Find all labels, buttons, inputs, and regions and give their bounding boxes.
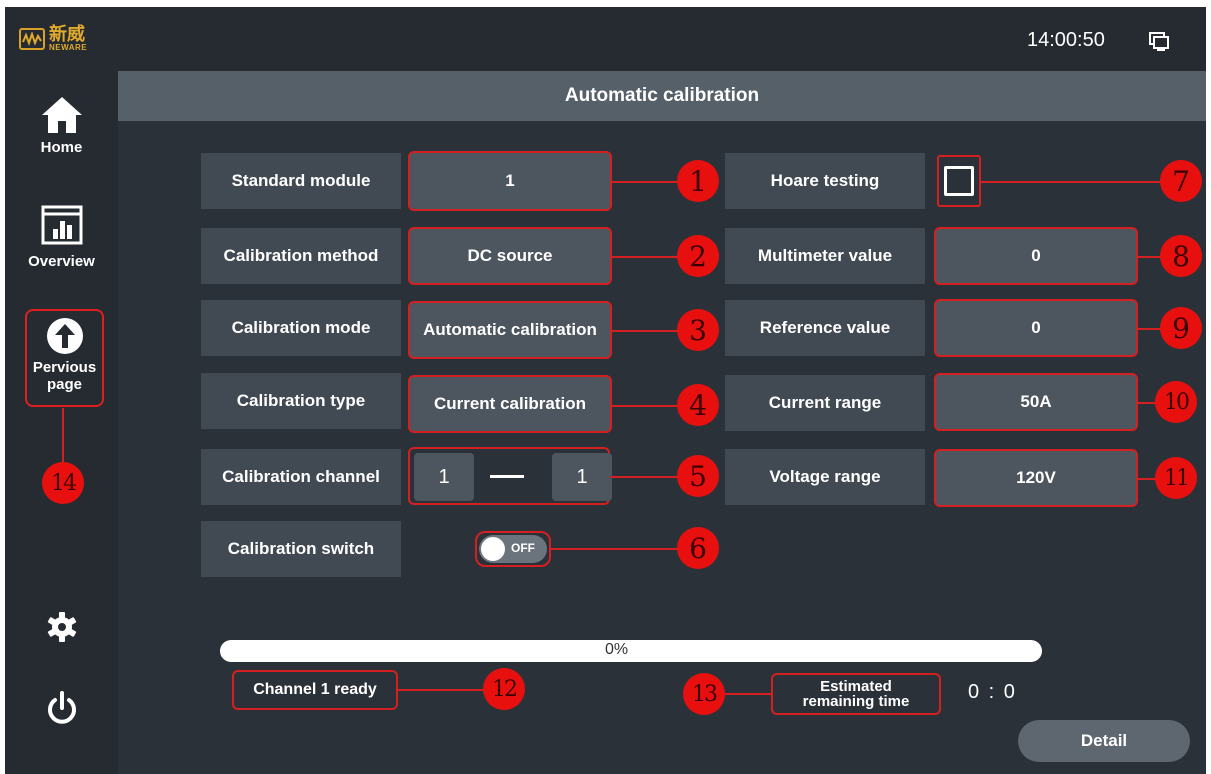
- annotation-line-2: [612, 256, 678, 258]
- progress-bar: [220, 640, 1042, 662]
- nav-previous-page[interactable]: Pervious page: [25, 309, 104, 407]
- annotation-line-12: [398, 689, 484, 691]
- annotation-line-13: [723, 693, 771, 695]
- current-range-select[interactable]: 50A: [934, 373, 1138, 431]
- gear-icon: [47, 612, 76, 642]
- annotation-marker-11: 11: [1155, 457, 1197, 499]
- annotation-marker-2: 2: [677, 235, 719, 277]
- power-button[interactable]: [5, 691, 118, 727]
- label-current-range: Current range: [725, 375, 925, 431]
- annotation-marker-13: 13: [683, 673, 725, 715]
- toggle-track: OFF: [479, 535, 547, 563]
- annotation-line-8: [1138, 256, 1161, 258]
- annotation-marker-6: 6: [677, 527, 719, 569]
- estimated-time-value: 0 : 0: [968, 681, 1017, 703]
- top-bar: 新威 NEWARE 14:00:50: [5, 7, 1206, 71]
- range-dash: [490, 475, 524, 478]
- hoare-testing-checkbox[interactable]: [937, 155, 981, 207]
- detail-button[interactable]: Detail: [1018, 720, 1190, 762]
- screen-icon[interactable]: [1148, 31, 1170, 51]
- nav-home-label: Home: [40, 139, 83, 156]
- logo-wave-icon: [19, 28, 45, 50]
- estimated-time-label: Estimated remaining time: [771, 673, 941, 715]
- settings-button[interactable]: [5, 611, 118, 643]
- annotation-marker-4: 4: [677, 384, 719, 426]
- toggle-state: OFF: [511, 541, 535, 555]
- device-screen: 新威 NEWARE 14:00:50 Home Overview Perviou…: [5, 7, 1206, 774]
- label-calibration-mode: Calibration mode: [201, 300, 401, 356]
- toggle-knob: [481, 537, 505, 561]
- nav-home[interactable]: Home: [5, 95, 118, 156]
- annotation-line-4: [612, 405, 678, 407]
- label-multimeter-value: Multimeter value: [725, 228, 925, 284]
- annotation-line-9: [1138, 328, 1161, 330]
- annotation-marker-1: 1: [677, 160, 719, 202]
- estimated-label-line1: Estimated: [820, 678, 892, 695]
- estimated-label-line2: remaining time: [802, 693, 910, 710]
- annotation-marker-12: 12: [483, 668, 525, 710]
- calibration-switch-toggle[interactable]: OFF: [475, 531, 551, 567]
- logo-text-cn: 新威: [49, 24, 85, 45]
- label-standard-module: Standard module: [201, 153, 401, 209]
- progress-percent: 0%: [605, 641, 629, 658]
- annotation-marker-14: 14: [42, 462, 84, 504]
- nav-previous-label-2: page: [46, 376, 82, 393]
- annotation-line-3: [612, 330, 678, 332]
- logo-text-en: NEWARE: [49, 43, 88, 52]
- label-reference-value: Reference value: [725, 300, 925, 356]
- nav-overview-label: Overview: [28, 253, 95, 270]
- annotation-marker-3: 3: [677, 309, 719, 351]
- multimeter-value-input[interactable]: 0: [934, 227, 1138, 285]
- calibration-channel-range: 1 1: [408, 447, 612, 505]
- annotation-line-11: [1138, 478, 1156, 480]
- label-voltage-range: Voltage range: [725, 449, 925, 505]
- arrow-up-circle-icon: [46, 318, 83, 354]
- calibration-mode-select[interactable]: Automatic calibration: [408, 301, 612, 359]
- channel-from-input[interactable]: 1: [414, 453, 474, 501]
- calibration-method-select[interactable]: DC source: [408, 227, 612, 285]
- annotation-line-7: [981, 181, 1161, 183]
- status-label: Channel 1 ready: [232, 670, 398, 710]
- annotation-marker-5: 5: [677, 455, 719, 497]
- calibration-type-select[interactable]: Current calibration: [408, 375, 612, 433]
- label-calibration-type: Calibration type: [201, 373, 401, 429]
- voltage-range-select[interactable]: 120V: [934, 449, 1138, 507]
- channel-to-input[interactable]: 1: [552, 453, 612, 501]
- annotation-line-14: [62, 408, 64, 462]
- annotation-line-10: [1138, 402, 1156, 404]
- label-calibration-channel: Calibration channel: [201, 449, 401, 505]
- annotation-marker-10: 10: [1155, 381, 1197, 423]
- chart-icon: [41, 205, 82, 245]
- standard-module-input[interactable]: 1: [408, 151, 612, 211]
- annotation-line-5: [610, 476, 678, 478]
- label-hoare-testing: Hoare testing: [725, 153, 925, 209]
- annotation-line-1: [612, 181, 678, 183]
- annotation-marker-8: 8: [1160, 235, 1202, 277]
- label-calibration-switch: Calibration switch: [201, 521, 401, 577]
- power-icon: [47, 691, 76, 724]
- neware-logo: 新威 NEWARE: [19, 21, 115, 57]
- annotation-line-6: [551, 548, 678, 550]
- label-calibration-method: Calibration method: [201, 228, 401, 284]
- clock: 14:00:50: [1027, 29, 1105, 51]
- home-icon: [41, 97, 82, 133]
- reference-value-input[interactable]: 0: [934, 299, 1138, 357]
- nav-overview[interactable]: Overview: [5, 205, 118, 270]
- annotation-marker-9: 9: [1160, 307, 1202, 349]
- annotation-marker-7: 7: [1160, 160, 1202, 202]
- nav-previous-label: Pervious: [32, 359, 97, 376]
- page-title: Automatic calibration: [118, 71, 1206, 121]
